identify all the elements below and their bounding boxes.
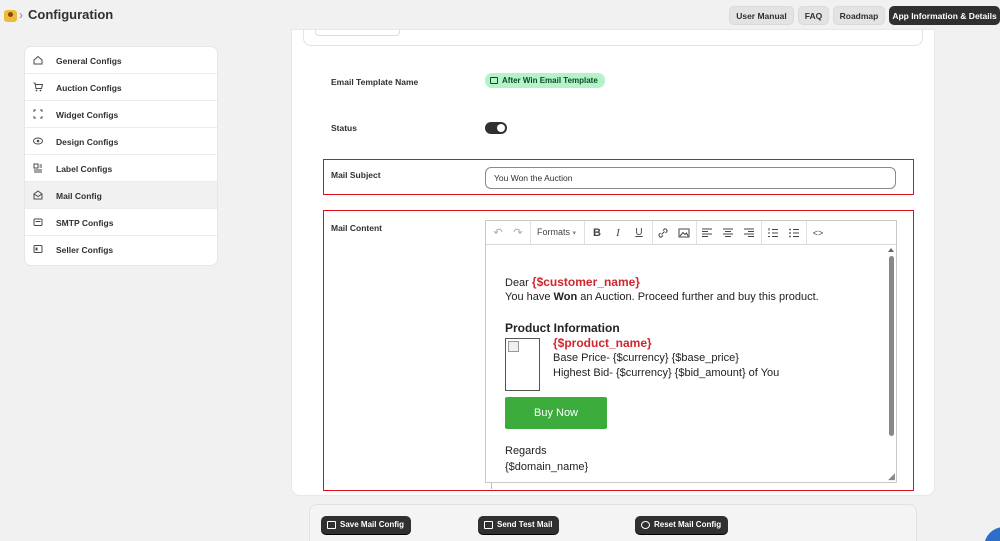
app-information-button[interactable]: App Information & Details — [889, 6, 1000, 25]
sidebar-item-seller-configs[interactable]: Seller Configs — [25, 236, 217, 263]
mail-icon — [484, 521, 493, 529]
toolbar-divider — [696, 221, 697, 244]
reset-mail-config-label: Reset Mail Config — [654, 520, 722, 529]
won-message-line: You have Won an Auction. Proceed further… — [505, 291, 819, 303]
status-label: Status — [331, 123, 357, 133]
scrollbar-thumb[interactable] — [889, 256, 894, 436]
sidebar-item-widget-configs[interactable]: Widget Configs — [25, 101, 217, 128]
align-left-icon[interactable] — [700, 226, 714, 240]
sidebar-item-label: Label Configs — [56, 164, 113, 174]
send-test-mail-label: Send Test Mail — [497, 520, 553, 529]
template-name-label: Email Template Name — [331, 77, 419, 87]
won-message-pre: You have — [505, 291, 551, 303]
underline-icon[interactable]: U — [632, 226, 646, 240]
template-name-tag: After Win Email Template — [485, 73, 605, 88]
toolbar-divider — [761, 221, 762, 244]
editor-cursor — [491, 483, 492, 489]
breadcrumb-separator: › — [19, 8, 23, 22]
link-icon[interactable] — [656, 226, 670, 240]
resize-grip-icon[interactable]: ◢ — [888, 471, 895, 482]
sidebar-item-label: General Configs — [56, 56, 122, 66]
config-sidebar: General Configs Auction Configs Widget C… — [25, 47, 217, 265]
chevron-down-icon: ▾ — [572, 230, 577, 237]
mail-open-icon — [33, 190, 43, 200]
toolbar-divider — [652, 221, 653, 244]
seller-card-icon — [33, 245, 43, 253]
send-test-mail-button[interactable]: Send Test Mail — [478, 516, 560, 534]
save-icon — [327, 521, 336, 529]
mail-content-editor[interactable]: ↶ ↷ Formats ▾ B I U <> Dear {$customer_n… — [485, 220, 897, 483]
mail-subject-input[interactable]: You Won the Auction — [485, 167, 896, 189]
buy-now-button[interactable]: Buy Now — [505, 397, 607, 429]
sidebar-item-label: Mail Config — [56, 191, 102, 201]
previous-section-control[interactable] — [315, 30, 400, 36]
sidebar-item-general-configs[interactable]: General Configs — [25, 47, 217, 74]
template-icon — [490, 77, 498, 84]
won-message-post: an Auction. Proceed further and buy this… — [580, 291, 819, 303]
mail-content-label: Mail Content — [331, 223, 382, 233]
sidebar-item-label-configs[interactable]: Label Configs — [25, 155, 217, 182]
sidebar-item-auction-configs[interactable]: Auction Configs — [25, 74, 217, 101]
sidebar-item-label: Widget Configs — [56, 110, 119, 120]
formats-label: Formats — [537, 227, 571, 237]
sidebar-item-label: Seller Configs — [56, 245, 114, 255]
roadmap-button[interactable]: Roadmap — [833, 6, 885, 25]
greeting-line: Dear {$customer_name} — [505, 275, 640, 289]
image-icon[interactable] — [677, 226, 691, 240]
label-icon — [33, 163, 42, 173]
page-title: Configuration — [28, 7, 114, 22]
product-image-placeholder — [505, 338, 540, 391]
highest-bid-line: Highest Bid- {$currency} {$bid_amount} o… — [553, 367, 780, 379]
template-name-value: After Win Email Template — [502, 76, 598, 85]
toolbar-divider — [584, 221, 585, 244]
undo-icon[interactable]: ↶ — [492, 226, 504, 240]
greeting-text: Dear — [505, 277, 529, 289]
redo-icon[interactable]: ↷ — [512, 226, 524, 240]
bold-icon[interactable]: B — [590, 226, 604, 240]
sidebar-item-smtp-configs[interactable]: SMTP Configs — [25, 209, 217, 236]
save-mail-config-button[interactable]: Save Mail Config — [321, 516, 412, 534]
align-center-icon[interactable] — [721, 226, 735, 240]
toolbar-divider — [806, 221, 807, 244]
mail-icon — [33, 218, 43, 226]
status-toggle[interactable] — [485, 122, 507, 134]
eye-icon — [33, 137, 43, 145]
sidebar-item-label: SMTP Configs — [56, 218, 114, 228]
scroll-up-icon[interactable] — [888, 248, 894, 252]
user-manual-button[interactable]: User Manual — [729, 6, 794, 25]
home-icon — [33, 55, 43, 65]
bullet-list-icon[interactable] — [787, 226, 801, 240]
reset-icon — [641, 521, 650, 529]
editor-toolbar: ↶ ↷ Formats ▾ B I U <> — [486, 221, 896, 245]
top-bar: › Configuration User Manual FAQ Roadmap … — [0, 0, 1000, 30]
editor-scrollbar[interactable] — [886, 246, 896, 482]
sidebar-item-label: Design Configs — [56, 137, 119, 147]
save-mail-config-label: Save Mail Config — [340, 520, 405, 529]
align-right-icon[interactable] — [742, 226, 756, 240]
numbered-list-icon[interactable] — [766, 226, 780, 240]
regards-line: Regards — [505, 445, 547, 457]
cart-icon — [33, 82, 43, 92]
sidebar-item-mail-config[interactable]: Mail Config — [25, 182, 217, 209]
domain-name-line: {$domain_name} — [505, 461, 589, 473]
sidebar-item-design-configs[interactable]: Design Configs — [25, 128, 217, 155]
app-icon[interactable] — [4, 10, 17, 22]
sidebar-item-label: Auction Configs — [56, 83, 122, 93]
formats-dropdown[interactable]: Formats ▾ — [537, 227, 576, 237]
chat-widget-button[interactable] — [984, 527, 1000, 541]
toolbar-divider — [530, 221, 531, 244]
faq-button[interactable]: FAQ — [798, 6, 829, 25]
editor-content[interactable]: Dear {$customer_name} You have Won an Au… — [486, 246, 884, 482]
customer-name-variable: {$customer_name} — [531, 275, 640, 289]
mail-subject-label: Mail Subject — [331, 170, 381, 180]
won-message-bold: Won — [553, 291, 578, 303]
reset-mail-config-button[interactable]: Reset Mail Config — [635, 516, 729, 534]
source-code-icon[interactable]: <> — [811, 226, 825, 240]
base-price-line: Base Price- {$currency} {$base_price} — [553, 352, 739, 364]
italic-icon[interactable]: I — [611, 226, 625, 240]
product-information-heading: Product Information — [505, 321, 620, 335]
product-name-variable: {$product_name} — [553, 336, 652, 350]
widget-frame-icon — [33, 109, 43, 119]
